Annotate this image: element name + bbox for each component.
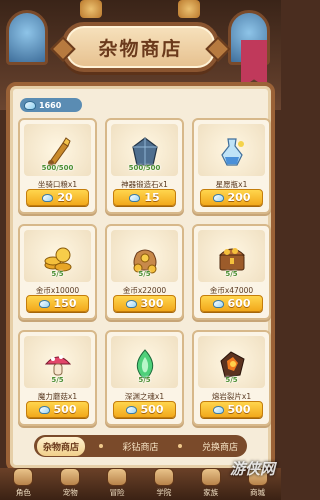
diamond-icon xyxy=(38,405,50,414)
item-price: 150 xyxy=(53,297,77,310)
buy-button[interactable]: 200 xyxy=(200,189,263,206)
currency-value: 1660 xyxy=(39,100,62,110)
family-icon xyxy=(200,468,221,486)
tab-separator xyxy=(178,444,183,448)
character-icon xyxy=(13,468,34,486)
item-price: 200 xyxy=(227,191,251,204)
buy-button[interactable]: 600 xyxy=(200,295,263,312)
nav-item-character[interactable]: 角色 xyxy=(6,468,40,498)
nav-label: 宠物 xyxy=(62,488,78,497)
nav-label: 角色 xyxy=(15,488,31,497)
item-price: 20 xyxy=(57,191,73,204)
tab-diamond-shop[interactable]: 彩钻商店 xyxy=(116,437,164,456)
buy-button[interactable]: 300 xyxy=(113,295,176,312)
item-price: 300 xyxy=(140,297,164,310)
buy-button[interactable]: 15 xyxy=(113,189,176,206)
shop-item-card[interactable]: 5/5 熔岩裂片x1 500 xyxy=(192,330,271,426)
diamond-icon xyxy=(42,193,54,202)
item-stock: 5/5 xyxy=(225,270,238,278)
lamp-decoration xyxy=(178,0,200,18)
nav-item-family[interactable]: 家族 xyxy=(194,468,228,498)
diamond-icon xyxy=(129,193,141,202)
watermark: 游侠网 xyxy=(229,460,275,478)
buy-button[interactable]: 500 xyxy=(113,401,176,418)
shop-item-card[interactable]: 5/5 金币x47000 600 xyxy=(192,224,271,320)
shop-tab-bar: 杂物商店 彩钻商店 兑换商店 xyxy=(34,435,247,457)
diamond-icon xyxy=(24,100,36,110)
shop-title-plaque: 杂物商店 xyxy=(62,22,219,72)
diamond-icon xyxy=(212,299,224,308)
diamond-icon xyxy=(125,299,137,308)
shop-item-card[interactable]: 500/500 神器锻造石x1 15 xyxy=(105,118,184,214)
diamond-icon xyxy=(38,299,50,308)
adventure-icon xyxy=(107,468,128,486)
wish-bottle-icon xyxy=(220,138,244,166)
nav-item-adventure[interactable]: 冒险 xyxy=(100,468,134,498)
item-price: 600 xyxy=(227,297,251,310)
item-stock: 5/5 xyxy=(225,376,238,384)
nav-label: 学院 xyxy=(156,488,172,497)
item-price: 500 xyxy=(53,403,77,416)
item-art xyxy=(198,124,265,176)
shop-item-card[interactable]: 5/5 金币x10000 150 xyxy=(18,224,97,320)
banner-decoration xyxy=(241,40,267,88)
diamond-icon xyxy=(212,405,224,414)
nav-label: 家族 xyxy=(203,488,219,497)
buy-button[interactable]: 20 xyxy=(26,189,89,206)
lamp-decoration xyxy=(80,0,102,18)
diamond-icon xyxy=(125,405,137,414)
shop-panel: 1660 500/500 坐骑口粮x1 20 500/500 神器锻造石x1 1… xyxy=(6,82,275,472)
buy-button[interactable]: 500 xyxy=(200,401,263,418)
nav-label: 冒险 xyxy=(109,488,125,497)
nav-label: 商城 xyxy=(250,488,266,497)
currency-display: 1660 xyxy=(20,98,82,112)
item-price: 15 xyxy=(144,191,160,204)
item-stock: 500/500 xyxy=(128,164,161,172)
shop-item-card[interactable]: 500/500 坐骑口粮x1 20 xyxy=(18,118,97,214)
shop-item-card[interactable]: 5/5 魔力蘑菇x1 500 xyxy=(18,330,97,426)
tab-misc-shop[interactable]: 杂物商店 xyxy=(37,436,86,456)
pet-icon xyxy=(60,468,81,486)
item-stock: 5/5 xyxy=(138,270,151,278)
nav-item-academy[interactable]: 学院 xyxy=(147,468,181,498)
item-stock: 500/500 xyxy=(41,164,74,172)
window-decoration xyxy=(6,10,48,65)
item-price: 500 xyxy=(227,403,251,416)
shop-item-card[interactable]: 星愿瓶x1 200 xyxy=(192,118,271,214)
academy-icon xyxy=(153,468,174,486)
item-stock: 5/5 xyxy=(51,376,64,384)
item-stock: 5/5 xyxy=(51,270,64,278)
diamond-icon xyxy=(212,193,224,202)
buy-button[interactable]: 500 xyxy=(26,401,89,418)
nav-item-pet[interactable]: 宠物 xyxy=(53,468,87,498)
tab-separator xyxy=(98,444,103,448)
page-title: 杂物商店 xyxy=(98,37,183,60)
tab-exchange-shop[interactable]: 兑换商店 xyxy=(196,437,244,456)
item-grid: 500/500 坐骑口粮x1 20 500/500 神器锻造石x1 15 星愿瓶… xyxy=(18,118,271,426)
item-stock: 5/5 xyxy=(138,376,151,384)
shop-item-card[interactable]: 5/5 金币x22000 300 xyxy=(105,224,184,320)
shop-item-card[interactable]: 5/5 深渊之魂x1 500 xyxy=(105,330,184,426)
item-price: 500 xyxy=(140,403,164,416)
buy-button[interactable]: 150 xyxy=(26,295,89,312)
